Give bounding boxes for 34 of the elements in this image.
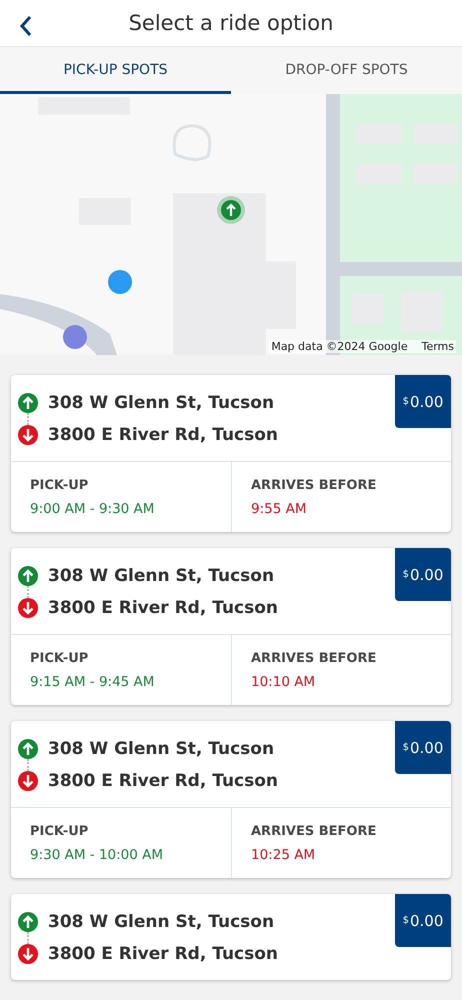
dropoff-address: 3800 E River Rd, Tucson (48, 944, 278, 965)
dropoff-address: 3800 E River Rd, Tucson (48, 771, 278, 792)
price-tag: $^{$}$0.00 (395, 548, 451, 601)
pickup-marker-icon[interactable] (216, 195, 246, 226)
page-title: Select a ride option (128, 10, 334, 35)
back-chevron-icon (19, 15, 33, 37)
price-tag: $^{$}$0.00 (395, 375, 451, 428)
terms-link[interactable]: Terms (422, 340, 454, 353)
ride-card[interactable]: 308 W Glenn St, Tucson 3800 E River Rd, Tucson $^{$}$0.00 PICK-UP 9:00 AM - 9:30 AM ARRIVES BEFORE 9:55 AM (11, 375, 451, 532)
pickup-address: 308 W Glenn St, Tucson (48, 739, 276, 760)
price-tag: $^{$}$0.00 (395, 721, 451, 774)
pickup-address: 308 W Glenn St, Tucson (48, 912, 276, 933)
pickup-window: 9:30 AM - 10:00 AM (30, 847, 231, 863)
pickup-address: 308 W Glenn St, Tucson (48, 566, 276, 587)
price-tag: $^{$}$0.00 (395, 894, 451, 947)
pickup-label: PICK-UP (30, 651, 90, 666)
arrival-label: ARRIVES BEFORE (251, 478, 378, 493)
map-attribution: Map data ©2024 Google (271, 340, 408, 353)
arrival-time: 10:10 AM (251, 674, 316, 690)
arrival-label: ARRIVES BEFORE (251, 651, 378, 666)
arrival-time: 9:55 AM (251, 501, 308, 517)
tab[interactable]: DROP-OFF SPOTS (231, 46, 462, 94)
ride-card[interactable]: 308 W Glenn St, Tucson 3800 E River Rd, Tucson $^{$}$0.00 PICK-UP 9:30 AM - 10:00 AM ARRIVES BEFORE 10:25 AM (11, 721, 451, 878)
pickup-label: PICK-UP (30, 824, 90, 839)
pickup-label: PICK-UP (30, 478, 90, 493)
dropoff-address: 3800 E River Rd, Tucson (48, 425, 278, 446)
arrival-label: ARRIVES BEFORE (251, 824, 378, 839)
ride-card[interactable]: 308 W Glenn St, Tucson 3800 E River Rd, Tucson $^{$}$0.00 (11, 894, 451, 980)
ride-card[interactable]: 308 W Glenn St, Tucson 3800 E River Rd, Tucson $^{$}$0.00 PICK-UP 9:15 AM - 9:45 AM ARRIVES BEFORE 10:10 AM (11, 548, 451, 705)
pickup-window: 9:15 AM - 9:45 AM (30, 674, 231, 690)
arrival-time: 10:25 AM (251, 847, 316, 863)
pickup-address: 308 W Glenn St, Tucson (48, 393, 276, 414)
pickup-window: 9:00 AM - 9:30 AM (30, 501, 231, 517)
dropoff-address: 3800 E River Rd, Tucson (48, 598, 278, 619)
